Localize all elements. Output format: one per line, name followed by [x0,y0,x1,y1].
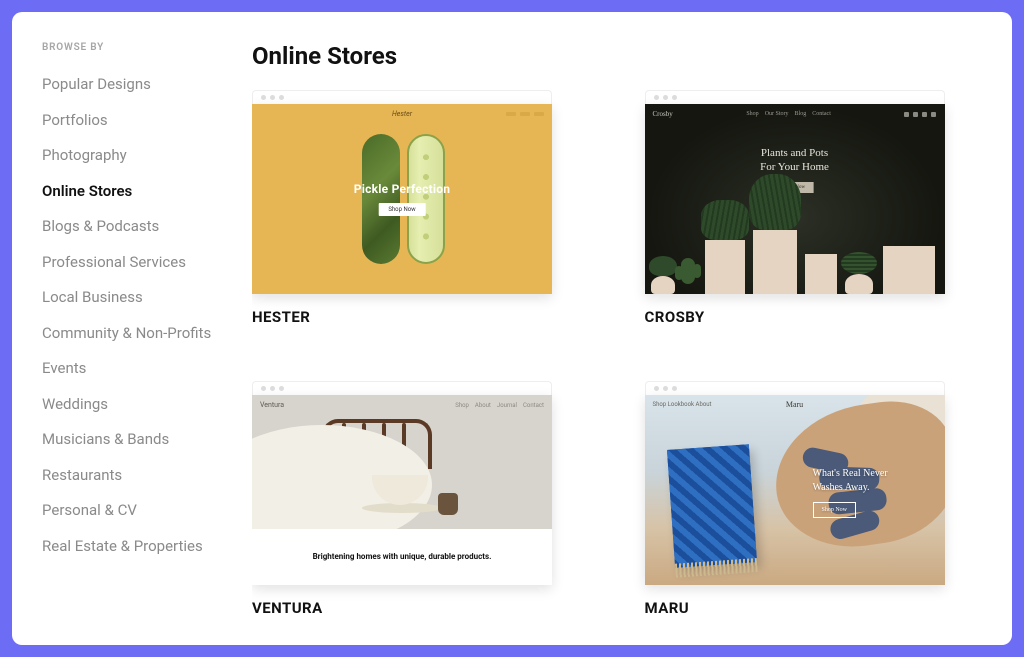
sidebar-item[interactable]: Local Business [42,280,232,316]
preview-nav: Crosby Shop Our Story Blog Contact [653,110,937,118]
sidebar-item[interactable]: Personal & CV [42,493,232,529]
chrome-dot-icon [663,95,668,100]
browser-chrome [252,381,552,395]
preview-headline: For Your Home [760,160,829,174]
template-preview: Crosby Shop Our Story Blog Contact Plant… [645,104,945,294]
template-preview: Shop Lookbook About Maru [645,395,945,585]
template-card-ventura[interactable]: Ventura Shop About Journal Contact [252,381,552,617]
sidebar-list: Popular DesignsPortfoliosPhotographyOnli… [42,67,232,564]
preview-hero: What's Real Never Washes Away. Shop Now [813,467,923,518]
preview-menu-item: Shop [746,111,758,117]
page-title: Online Stores [252,42,982,70]
template-grid: Hester Pickle Perfection Shop Now HESTER [252,90,982,617]
preview-menu-item: Contact [523,402,544,409]
sidebar-item[interactable]: Weddings [42,387,232,423]
template-name: HESTER [252,308,552,326]
preview-menu-item: Lookbook [668,401,694,408]
preview-menu-item: Contact [812,111,831,117]
chrome-dot-icon [663,386,668,391]
preview-menu-item: Blog [795,111,807,117]
chrome-dot-icon [672,386,677,391]
preview-headline: Pickle Perfection [354,182,451,196]
template-preview: Ventura Shop About Journal Contact [252,395,552,585]
preview-hero: Pickle Perfection Shop Now [354,182,451,216]
preview-menu-item: About [696,401,712,408]
preview-headline: Plants and Pots [760,146,829,160]
app-window: BROWSE BY Popular DesignsPortfoliosPhoto… [12,12,1012,645]
sidebar-title: BROWSE BY [42,42,232,53]
preview-menu-item: Our Story [765,111,789,117]
preview-brand: Ventura [260,401,284,409]
template-preview: Hester Pickle Perfection Shop Now [252,104,552,294]
browser-chrome [645,381,945,395]
preview-tagline-bar: Brightening homes with unique, durable p… [252,529,552,585]
chrome-dot-icon [654,386,659,391]
preview-nav: Hester [252,110,552,118]
preview-brand: Crosby [653,110,673,118]
template-card-maru[interactable]: Shop Lookbook About Maru [645,381,945,617]
template-name: VENTURA [252,599,552,617]
preview-headline: Washes Away. [813,481,923,495]
sidebar-item[interactable]: Restaurants [42,458,232,494]
preview-tagline: Brightening homes with unique, durable p… [313,551,492,562]
preview-left-panel [645,421,795,585]
chrome-dot-icon [270,95,275,100]
preview-headline: What's Real Never [813,467,923,481]
sidebar-item[interactable]: Online Stores [42,174,232,210]
chrome-dot-icon [279,386,284,391]
preview-cta-button: Shop Now [813,502,857,518]
sidebar-item[interactable]: Portfolios [42,103,232,139]
sidebar: BROWSE BY Popular DesignsPortfoliosPhoto… [42,42,252,645]
preview-menu: Shop About Journal Contact [455,402,544,409]
preview-nav-icons [506,112,544,116]
main: Online Stores Hester Pickle [252,42,982,645]
browser-chrome [645,90,945,104]
sidebar-item[interactable]: Events [42,351,232,387]
towel-image [666,444,756,567]
preview-menu-item: Shop [653,401,667,408]
preview-menu: Shop Our Story Blog Contact [746,111,831,117]
sidebar-item[interactable]: Popular Designs [42,67,232,103]
preview-menu-item: About [475,402,491,409]
chrome-dot-icon [279,95,284,100]
sidebar-item[interactable]: Real Estate & Properties [42,529,232,565]
preview-cta-button: Shop Now [378,203,425,216]
chrome-dot-icon [654,95,659,100]
template-card-crosby[interactable]: Crosby Shop Our Story Blog Contact Plant… [645,90,945,326]
browser-chrome [252,90,552,104]
template-name: MARU [645,599,945,617]
chrome-dot-icon [261,95,266,100]
sidebar-item[interactable]: Blogs & Podcasts [42,209,232,245]
cup-image [438,493,458,515]
preview-nav: Ventura Shop About Journal Contact [260,401,544,409]
sidebar-item[interactable]: Professional Services [42,245,232,281]
preview-menu: Shop Lookbook About [653,401,712,408]
chrome-dot-icon [270,386,275,391]
preview-menu-item: Journal [497,402,517,409]
template-name: CROSBY [645,308,945,326]
sidebar-item[interactable]: Photography [42,138,232,174]
preview-brand: Hester [392,110,412,118]
sidebar-item[interactable]: Musicians & Bands [42,422,232,458]
preview-menu-item: Shop [455,402,469,409]
preview-right-panel: What's Real Never Washes Away. Shop Now [777,395,945,585]
plants-shelf-image [645,216,945,294]
chrome-dot-icon [672,95,677,100]
preview-social-icons [904,112,936,117]
chrome-dot-icon [261,386,266,391]
sidebar-item[interactable]: Community & Non-Profits [42,316,232,352]
template-card-hester[interactable]: Hester Pickle Perfection Shop Now HESTER [252,90,552,326]
